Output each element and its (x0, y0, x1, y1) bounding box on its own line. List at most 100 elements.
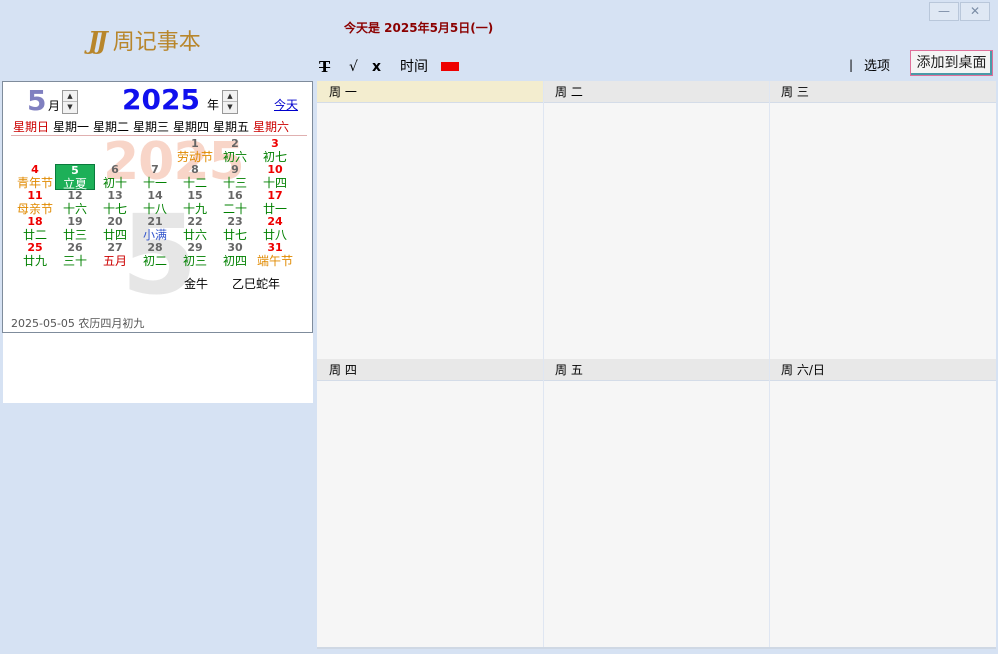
day-cell-notes[interactable] (769, 381, 996, 647)
day-number: 13 (107, 189, 123, 202)
today-date-label: 今天是 2025年5月5日(一) (344, 21, 494, 35)
month-down-arrow-icon[interactable]: ▼ (63, 102, 77, 113)
calendar-day[interactable]: 16 二十 (215, 189, 255, 217)
lunar-label: 初四 (222, 254, 247, 268)
weekday-label: 星期三 (132, 120, 169, 134)
lunar-label: 三十 (62, 254, 87, 268)
minimize-icon: — (938, 4, 950, 18)
lunar-label: 劳动节 (176, 150, 213, 164)
minimize-button[interactable]: — (929, 2, 959, 21)
calendar-day[interactable]: 21 小满 (135, 215, 175, 243)
calendar-panel: 2025 5 5 月 ▲ ▼ 2025 年 ▲ ▼ 今天 星期日 星期一 星期二 星期… (2, 81, 313, 333)
lunar-label: 十三 (222, 176, 247, 190)
calendar-day[interactable]: 27 五月 (95, 241, 135, 269)
column-divider (543, 81, 544, 647)
day-number: 25 (27, 241, 43, 254)
calendar-day[interactable]: 29 初三 (175, 242, 215, 269)
day-cell-notes[interactable] (543, 381, 769, 647)
day-cell-notes[interactable] (317, 103, 543, 359)
calendar-day[interactable]: 31 端午节 (255, 242, 295, 269)
weekday-label: 星期日 (12, 120, 49, 134)
calendar-day[interactable]: 1 劳动节 (175, 138, 215, 165)
day-cell-notes[interactable] (769, 103, 996, 359)
calendar-day[interactable]: 19 廿三 (55, 216, 95, 243)
calendar-day[interactable]: 11 母亲节 (15, 190, 55, 217)
year-up-arrow-icon[interactable]: ▲ (223, 91, 237, 102)
day-cell[interactable]: 周 二 (543, 81, 769, 359)
calendar-day[interactable]: 22 廿六 (175, 216, 215, 243)
lunar-label: 初三 (182, 254, 207, 268)
column-divider (769, 81, 770, 647)
calendar-day[interactable]: 28 初二 (135, 242, 175, 269)
day-number: 27 (107, 241, 123, 254)
day-number: 8 (191, 163, 199, 176)
year-spinner[interactable]: ▲ ▼ (222, 90, 238, 114)
lunar-label: 十七 (102, 202, 127, 216)
day-cell-header: 周 一 (317, 81, 543, 103)
day-number: 21 (147, 215, 163, 228)
lunar-label: 青年节 (16, 176, 53, 190)
day-number: 23 (227, 215, 243, 228)
day-number: 26 (67, 241, 83, 254)
day-cell-notes[interactable] (543, 103, 769, 359)
mark-done-button[interactable]: √ (349, 58, 358, 76)
calendar-note-area[interactable] (3, 333, 313, 403)
calendar-day[interactable]: 12 十六 (55, 189, 95, 217)
weekday-label: 星期二 (92, 120, 129, 134)
logo-mark: JJ (88, 25, 108, 55)
close-button[interactable]: ✕ (960, 2, 990, 21)
calendar-year-unit: 年 (207, 98, 220, 112)
calendar-month: 5 (27, 84, 47, 117)
close-icon: ✕ (969, 4, 981, 18)
day-cell[interactable]: 周 一 (317, 81, 543, 359)
day-number: 9 (231, 163, 239, 176)
options-button[interactable]: 选项 (864, 58, 890, 76)
lunar-label: 五月 (102, 254, 127, 268)
calendar-day[interactable]: 14 十八 (135, 190, 175, 217)
month-spinner[interactable]: ▲ ▼ (62, 90, 78, 114)
insert-time-button[interactable]: 时间 (400, 58, 428, 76)
calendar-day[interactable]: 13 十七 (95, 189, 135, 217)
strikethrough-button[interactable]: T (319, 58, 330, 76)
lunar-label: 廿三 (62, 228, 87, 242)
day-number: 16 (227, 189, 243, 202)
lunar-label: 小满 (142, 228, 167, 242)
calendar-day[interactable]: 15 十九 (175, 190, 215, 217)
calendar-day[interactable]: 3 初七 (255, 138, 295, 165)
day-number: 12 (67, 189, 83, 202)
month-up-arrow-icon[interactable]: ▲ (63, 91, 77, 102)
text-color-swatch[interactable] (441, 62, 459, 71)
calendar-day[interactable]: 26 三十 (55, 241, 95, 269)
delete-button[interactable]: x (372, 58, 381, 76)
calendar-day[interactable]: 8 十二 (175, 163, 215, 191)
lunar-label: 十四 (262, 176, 287, 190)
calendar-day[interactable]: 6 初十 (95, 164, 135, 191)
day-cell[interactable]: 周 五 (543, 359, 769, 647)
calendar-day[interactable]: 23 廿七 (215, 215, 255, 243)
day-cell-notes[interactable] (317, 381, 543, 647)
year-down-arrow-icon[interactable]: ▼ (223, 102, 237, 113)
calendar-day[interactable]: 25 廿九 (15, 241, 55, 269)
lunar-label: 廿四 (102, 228, 127, 242)
calendar-day[interactable]: 30 初四 (215, 242, 255, 269)
calendar-day[interactable]: 2 初六 (215, 138, 255, 165)
calendar-day[interactable]: 7 十一 (135, 164, 175, 191)
calendar-day[interactable]: 5 立夏 (55, 164, 95, 191)
day-cell[interactable]: 周 四 (317, 359, 543, 647)
calendar-day[interactable]: 20 廿四 (95, 216, 135, 243)
calendar-day[interactable]: 10 十四 (255, 163, 295, 191)
calendar-day[interactable]: 24 廿八 (255, 216, 295, 243)
calendar-day[interactable]: 18 廿二 (15, 216, 55, 243)
weekday-label: 星期一 (52, 120, 89, 134)
day-cell-header: 周 三 (769, 81, 996, 103)
weekday-label: 星期五 (212, 120, 249, 134)
day-number: 10 (267, 163, 283, 176)
calendar-day[interactable]: 17 廿一 (255, 190, 295, 217)
today-link[interactable]: 今天 (274, 96, 298, 113)
calendar-day[interactable]: 4 青年节 (15, 164, 55, 191)
calendar-day[interactable]: 9 十三 (215, 163, 255, 191)
lunar-label: 二十 (222, 202, 247, 216)
add-to-desktop-button[interactable]: 添加到桌面 (910, 50, 993, 76)
day-cell[interactable]: 周 六/日 (769, 359, 996, 647)
day-cell[interactable]: 周 三 (769, 81, 996, 359)
